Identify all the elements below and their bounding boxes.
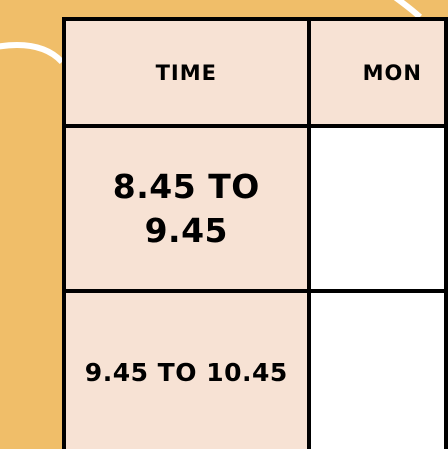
header-monday-label: MON [362, 60, 422, 85]
time-slot-cell: 8.45 TO 9.45 [62, 124, 311, 293]
header-time-label: TIME [155, 60, 217, 85]
time-slot-cell: 9.45 TO 10.45 [62, 289, 311, 449]
header-cell-monday: MON [306, 17, 448, 128]
time-slot-line-1: 8.45 TO [112, 166, 260, 206]
table-row: 9.45 TO 10.45 [62, 289, 448, 449]
table-row: 8.45 TO 9.45 [62, 124, 448, 293]
monday-slot-cell[interactable] [306, 124, 448, 293]
header-cell-time: TIME [62, 17, 311, 128]
monday-slot-cell[interactable] [306, 289, 448, 449]
timetable-page: TIME MON 8.45 TO 9.45 9.45 TO 10.45 [0, 0, 448, 449]
time-slot-line-2: 9.45 [144, 210, 228, 250]
time-slot-label: 9.45 TO 10.45 [84, 357, 288, 387]
table-header-row: TIME MON [62, 17, 448, 128]
timetable: TIME MON 8.45 TO 9.45 9.45 TO 10.45 [62, 17, 448, 449]
